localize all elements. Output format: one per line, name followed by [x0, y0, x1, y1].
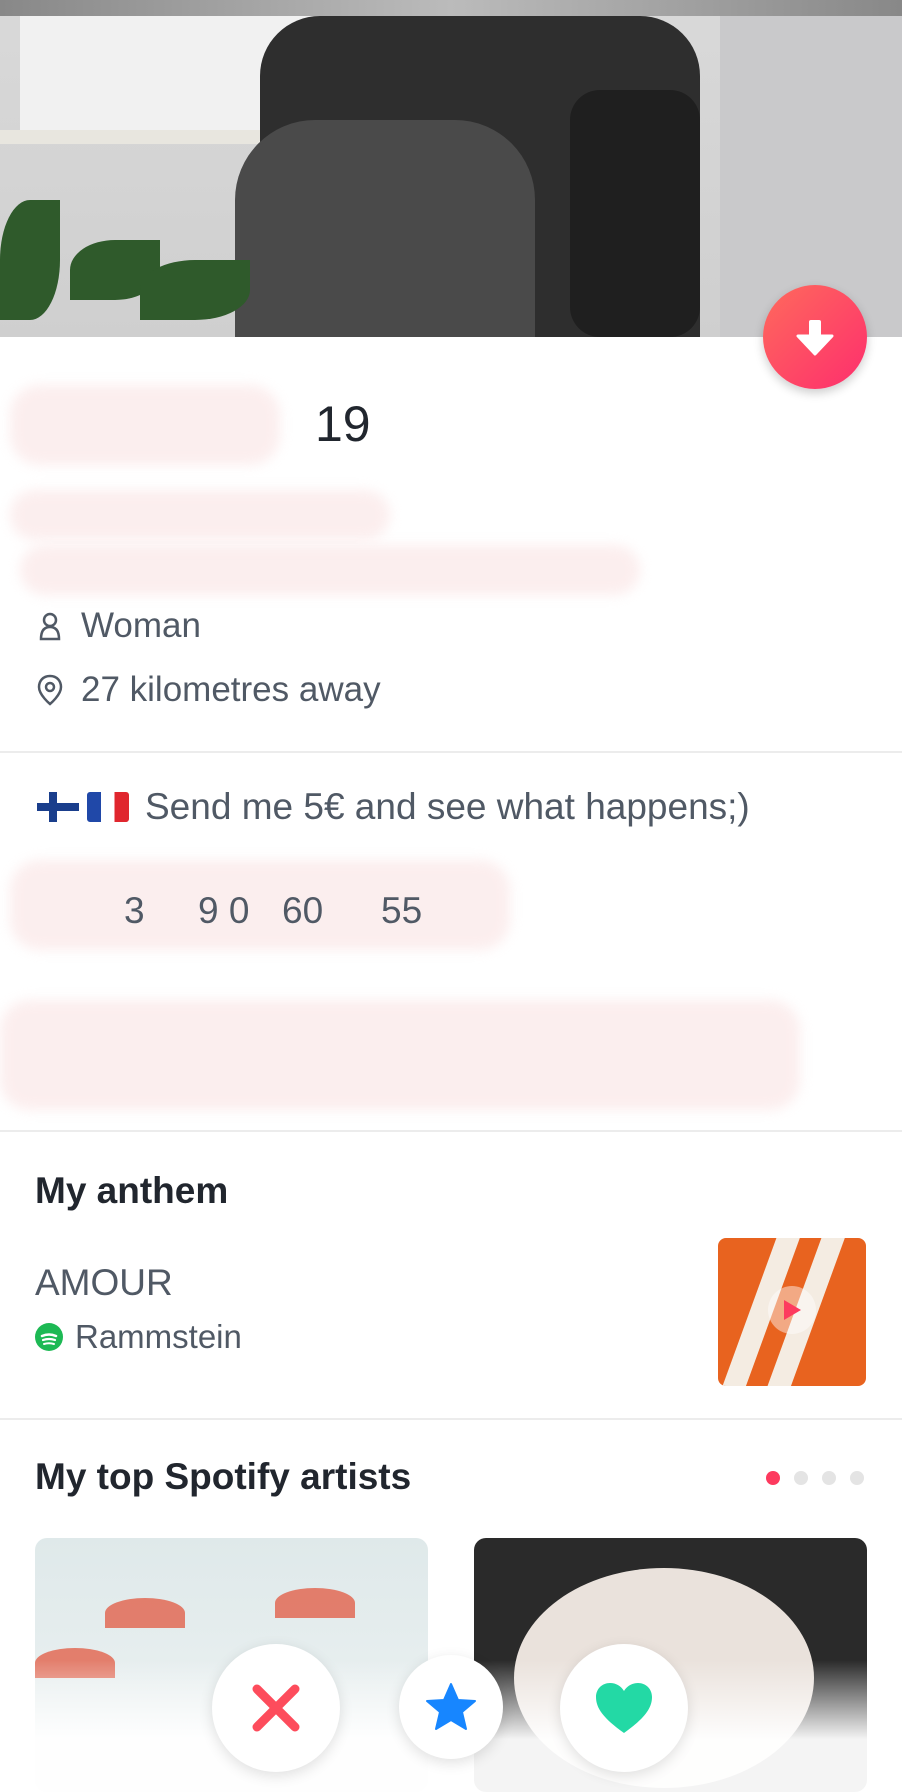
bio-text: Send me 5€ and see what happens;) — [37, 786, 750, 828]
super-like-button[interactable] — [399, 1655, 503, 1759]
palm-tree-image — [275, 1588, 355, 1618]
bio-number: 9 0 — [198, 890, 250, 931]
anthem-title: My anthem — [35, 1170, 229, 1211]
bio-label: Send me 5€ and see what happens;) — [145, 786, 750, 827]
distance-label: 27 kilometres away — [81, 670, 381, 709]
palm-tree-image — [105, 1598, 185, 1628]
profile-age: 19 — [315, 396, 371, 452]
close-icon — [252, 1684, 300, 1732]
anthem-song: AMOUR — [35, 1262, 173, 1303]
redacted-text — [10, 860, 510, 950]
gender-label: Woman — [81, 606, 201, 645]
page-dot[interactable] — [794, 1471, 808, 1485]
spotify-artists-title: My top Spotify artists — [35, 1456, 412, 1497]
finland-flag-icon — [37, 792, 79, 822]
album-art[interactable] — [718, 1238, 866, 1386]
section-divider — [0, 1418, 902, 1420]
redacted-text — [10, 490, 390, 540]
nope-button[interactable] — [212, 1644, 340, 1772]
like-button[interactable] — [560, 1644, 688, 1772]
photo-jeans — [235, 120, 535, 337]
carousel-page-dots — [766, 1471, 864, 1485]
distance-row: 27 kilometres away — [37, 670, 381, 710]
page-dot[interactable] — [766, 1471, 780, 1485]
photo-plant-leaf — [0, 200, 60, 320]
play-icon — [784, 1300, 801, 1320]
collapse-profile-button[interactable] — [763, 285, 867, 389]
section-divider — [0, 1130, 902, 1132]
location-pin-icon — [37, 674, 63, 706]
redacted-name — [10, 385, 280, 465]
photo-plant-leaf — [140, 260, 250, 320]
photo-progress-bar — [0, 0, 902, 16]
gender-row: Woman — [37, 606, 201, 646]
anthem-artist-row: Rammstein — [35, 1318, 242, 1356]
profile-photo[interactable] — [0, 0, 902, 337]
photo-bag — [570, 90, 700, 337]
star-icon — [426, 1683, 476, 1730]
page-dot[interactable] — [822, 1471, 836, 1485]
bio-number: 60 — [282, 890, 324, 931]
photo-shelf — [0, 130, 300, 144]
page-dot[interactable] — [850, 1471, 864, 1485]
anthem-artist: Rammstein — [75, 1318, 242, 1355]
redacted-text — [0, 1000, 800, 1110]
redacted-text — [20, 545, 640, 595]
bio-number: 55 — [381, 890, 423, 931]
france-flag-icon — [87, 792, 129, 822]
spotify-icon — [35, 1323, 63, 1351]
person-icon — [39, 612, 61, 641]
arrow-down-icon — [796, 320, 834, 356]
bio-number: 3 — [124, 890, 145, 931]
heart-icon — [596, 1683, 652, 1733]
section-divider — [0, 751, 902, 753]
play-button[interactable] — [768, 1286, 816, 1334]
